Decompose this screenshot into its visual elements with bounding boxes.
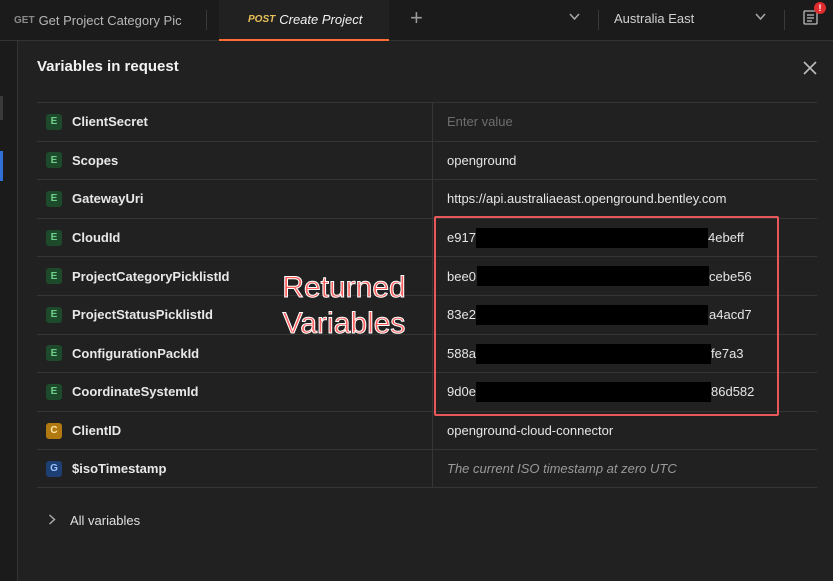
environment-badge-icon: E	[46, 229, 62, 246]
global-badge-icon: G	[46, 460, 62, 477]
divider	[598, 10, 599, 30]
environment-badge-icon: E	[46, 113, 62, 130]
all-variables-label: All variables	[70, 513, 141, 528]
variable-key-cell: E GatewayUri	[37, 180, 433, 218]
variable-value: openground	[447, 152, 517, 168]
variable-value-input[interactable]: openground-cloud-connector	[433, 412, 817, 450]
variable-key: CoordinateSystemId	[72, 384, 199, 400]
variable-value-input[interactable]: openground	[433, 142, 817, 180]
tab-divider	[206, 10, 207, 30]
environment-selector[interactable]: Australia East	[614, 11, 694, 26]
tab-create-project[interactable]: POST Create Project	[219, 0, 389, 41]
variable-value-input[interactable]: https://api.australiaeast.openground.ben…	[433, 180, 817, 218]
variable-key-cell: E CoordinateSystemId	[37, 373, 433, 411]
notification-badge: !	[814, 2, 826, 14]
variable-key: GatewayUri	[72, 191, 144, 207]
all-variables-toggle[interactable]: All variables	[48, 513, 140, 528]
variable-row: E ClientSecret Enter value	[37, 102, 817, 141]
highlight-box	[434, 216, 779, 416]
environment-badge-icon: E	[46, 383, 62, 400]
tab-label: Get Project Category Pic	[38, 12, 182, 28]
variable-row: E GatewayUri https://api.australiaeast.o…	[37, 179, 817, 218]
variable-key: ConfigurationPackId	[72, 345, 200, 361]
variable-key-cell: C ClientID	[37, 411, 433, 450]
environment-badge-icon: E	[46, 306, 62, 323]
environment-badge-icon: E	[46, 345, 62, 362]
annotation-label: Returned Variables	[274, 270, 414, 342]
sidebar-active-marker	[0, 151, 3, 181]
environment-badge-icon: E	[46, 190, 62, 207]
variable-row: E Scopes openground	[37, 140, 817, 180]
variable-key-cell: E ClientSecret	[37, 103, 433, 141]
annotation-line: Variables	[282, 307, 406, 341]
annotation-line: Returned	[282, 271, 406, 305]
variable-row: C ClientID openground-cloud-connector	[37, 410, 817, 450]
variable-row: G $isoTimestamp The current ISO timestam…	[37, 449, 817, 488]
variable-value-input: The current ISO timestamp at zero UTC	[433, 450, 817, 487]
new-tab-icon[interactable]: +	[410, 6, 423, 30]
variable-value: https://api.australiaeast.openground.ben…	[447, 191, 727, 207]
tab-method: GET	[14, 14, 35, 26]
variable-key: CloudId	[72, 230, 121, 246]
environment-badge-icon: E	[46, 268, 62, 285]
variable-key: ClientSecret	[72, 114, 148, 130]
variable-key: ProjectCategoryPicklistId	[72, 268, 230, 284]
variable-key-cell: E Scopes	[37, 141, 433, 180]
divider	[784, 10, 785, 30]
tab-bar: GET Get Project Category Pic POST Create…	[0, 0, 833, 41]
tabs-dropdown-icon[interactable]	[569, 12, 580, 24]
variable-value-input[interactable]: Enter value	[433, 103, 817, 141]
chevron-right-icon	[48, 513, 56, 528]
variable-key: ClientID	[72, 423, 122, 439]
variable-key: ProjectStatusPicklistId	[72, 307, 213, 323]
sidebar-marker	[0, 96, 3, 120]
variable-key-cell: G $isoTimestamp	[37, 450, 433, 487]
tab-get-project-category[interactable]: GET Get Project Category Pic	[14, 0, 192, 40]
value-placeholder: Enter value	[447, 114, 513, 130]
variable-key-cell: E CloudId	[37, 218, 433, 257]
tab-method: POST	[248, 14, 276, 25]
panel-title: Variables in request	[37, 58, 179, 75]
collection-badge-icon: C	[46, 422, 62, 439]
variable-key: Scopes	[72, 152, 119, 168]
variable-key: $isoTimestamp	[72, 461, 167, 477]
tab-label: Create Project	[279, 12, 363, 27]
environment-dropdown-icon[interactable]	[755, 12, 766, 24]
left-sidebar-rail	[0, 41, 18, 581]
variable-value: openground-cloud-connector	[447, 423, 614, 439]
environment-badge-icon: E	[46, 152, 62, 169]
close-icon[interactable]	[801, 59, 819, 77]
variable-value: The current ISO timestamp at zero UTC	[447, 461, 677, 477]
